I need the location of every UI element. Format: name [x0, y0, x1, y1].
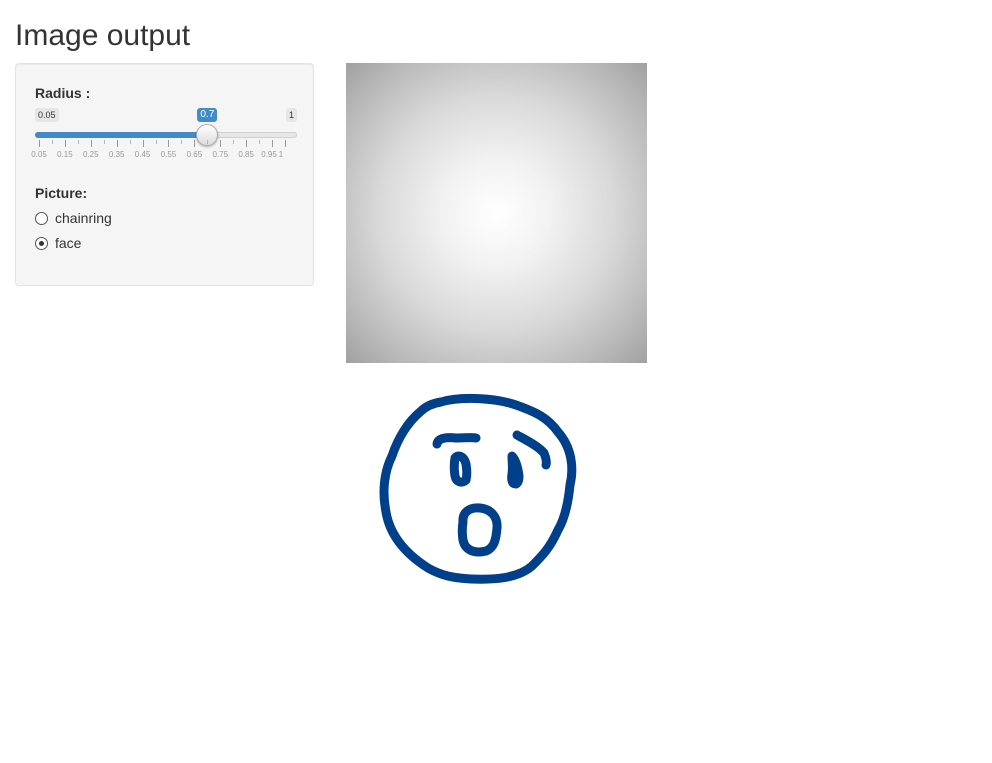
slider-tick — [64, 140, 66, 147]
left-eyebrow — [432, 433, 481, 449]
slider-tick — [51, 140, 53, 144]
slider-tick — [116, 140, 118, 147]
slider-tick — [220, 140, 222, 147]
radius-slider[interactable]: 0.05 1 0.7 0.05 0.15 0.25 0.35 0.45 0.55 0.65 0… — [31, 106, 297, 166]
page: Image output Radius : 0.05 1 0.7 0.05 0.1… — [0, 0, 992, 763]
radial-gradient-image — [346, 63, 647, 363]
mouth — [457, 503, 502, 557]
slider-tick-label: 0.15 — [57, 150, 73, 159]
surprised-face-drawing — [379, 393, 577, 584]
page-title: Image output — [15, 19, 191, 52]
radio-chainring-label: chainring — [55, 210, 112, 226]
slider-min-label: 0.05 — [35, 108, 59, 122]
slider-tick-label: 0.35 — [108, 150, 125, 159]
right-eyebrow — [512, 430, 551, 470]
slider-tick — [155, 140, 157, 144]
slider-tick-label: 0.85 — [238, 150, 254, 159]
slider-tick-label: 0.25 — [82, 150, 99, 159]
left-eye — [449, 451, 472, 487]
radius-label: Radius : — [35, 85, 91, 101]
slider-tick — [246, 140, 248, 147]
slider-tick — [285, 140, 286, 147]
slider-tick — [39, 140, 40, 147]
slider-tick-label: 0.45 — [134, 150, 151, 159]
slider-tick-label: 0.75 — [212, 150, 229, 159]
radio-option-chainring[interactable]: chainring — [35, 209, 112, 227]
slider-tick — [233, 140, 235, 144]
slider-fill — [35, 132, 208, 138]
slider-tick-label: 0.55 — [160, 150, 177, 159]
slider-tick — [142, 140, 144, 147]
picture-label: Picture: — [35, 185, 88, 201]
sidebar-panel: Radius : 0.05 1 0.7 0.05 0.15 0.25 0.35 0.45… — [15, 63, 314, 286]
slider-max-label: 1 — [285, 108, 297, 122]
slider-tick — [181, 140, 183, 144]
slider-value-badge: 0.7 — [197, 108, 218, 122]
slider-tick — [129, 140, 131, 144]
slider-tick-label: 1 — [278, 150, 284, 159]
slider-tick — [259, 140, 261, 144]
slider-tick — [77, 140, 79, 144]
slider-ticks — [35, 140, 297, 148]
slider-tick — [168, 140, 170, 147]
radio-chainring[interactable] — [35, 211, 48, 225]
slider-tick-label: 0.05 — [31, 150, 47, 159]
slider-tick-label: 0.95 — [261, 150, 277, 159]
slider-tick — [103, 140, 105, 144]
radio-option-face[interactable]: face — [35, 234, 81, 252]
right-eye — [507, 451, 524, 489]
slider-tick — [272, 140, 274, 147]
slider-tick — [90, 140, 92, 147]
slider-tick-label: 0.65 — [186, 150, 203, 159]
slider-tick — [207, 140, 209, 144]
slider-tick — [194, 140, 196, 147]
radio-face[interactable] — [35, 236, 48, 250]
radio-face-label: face — [55, 235, 82, 251]
